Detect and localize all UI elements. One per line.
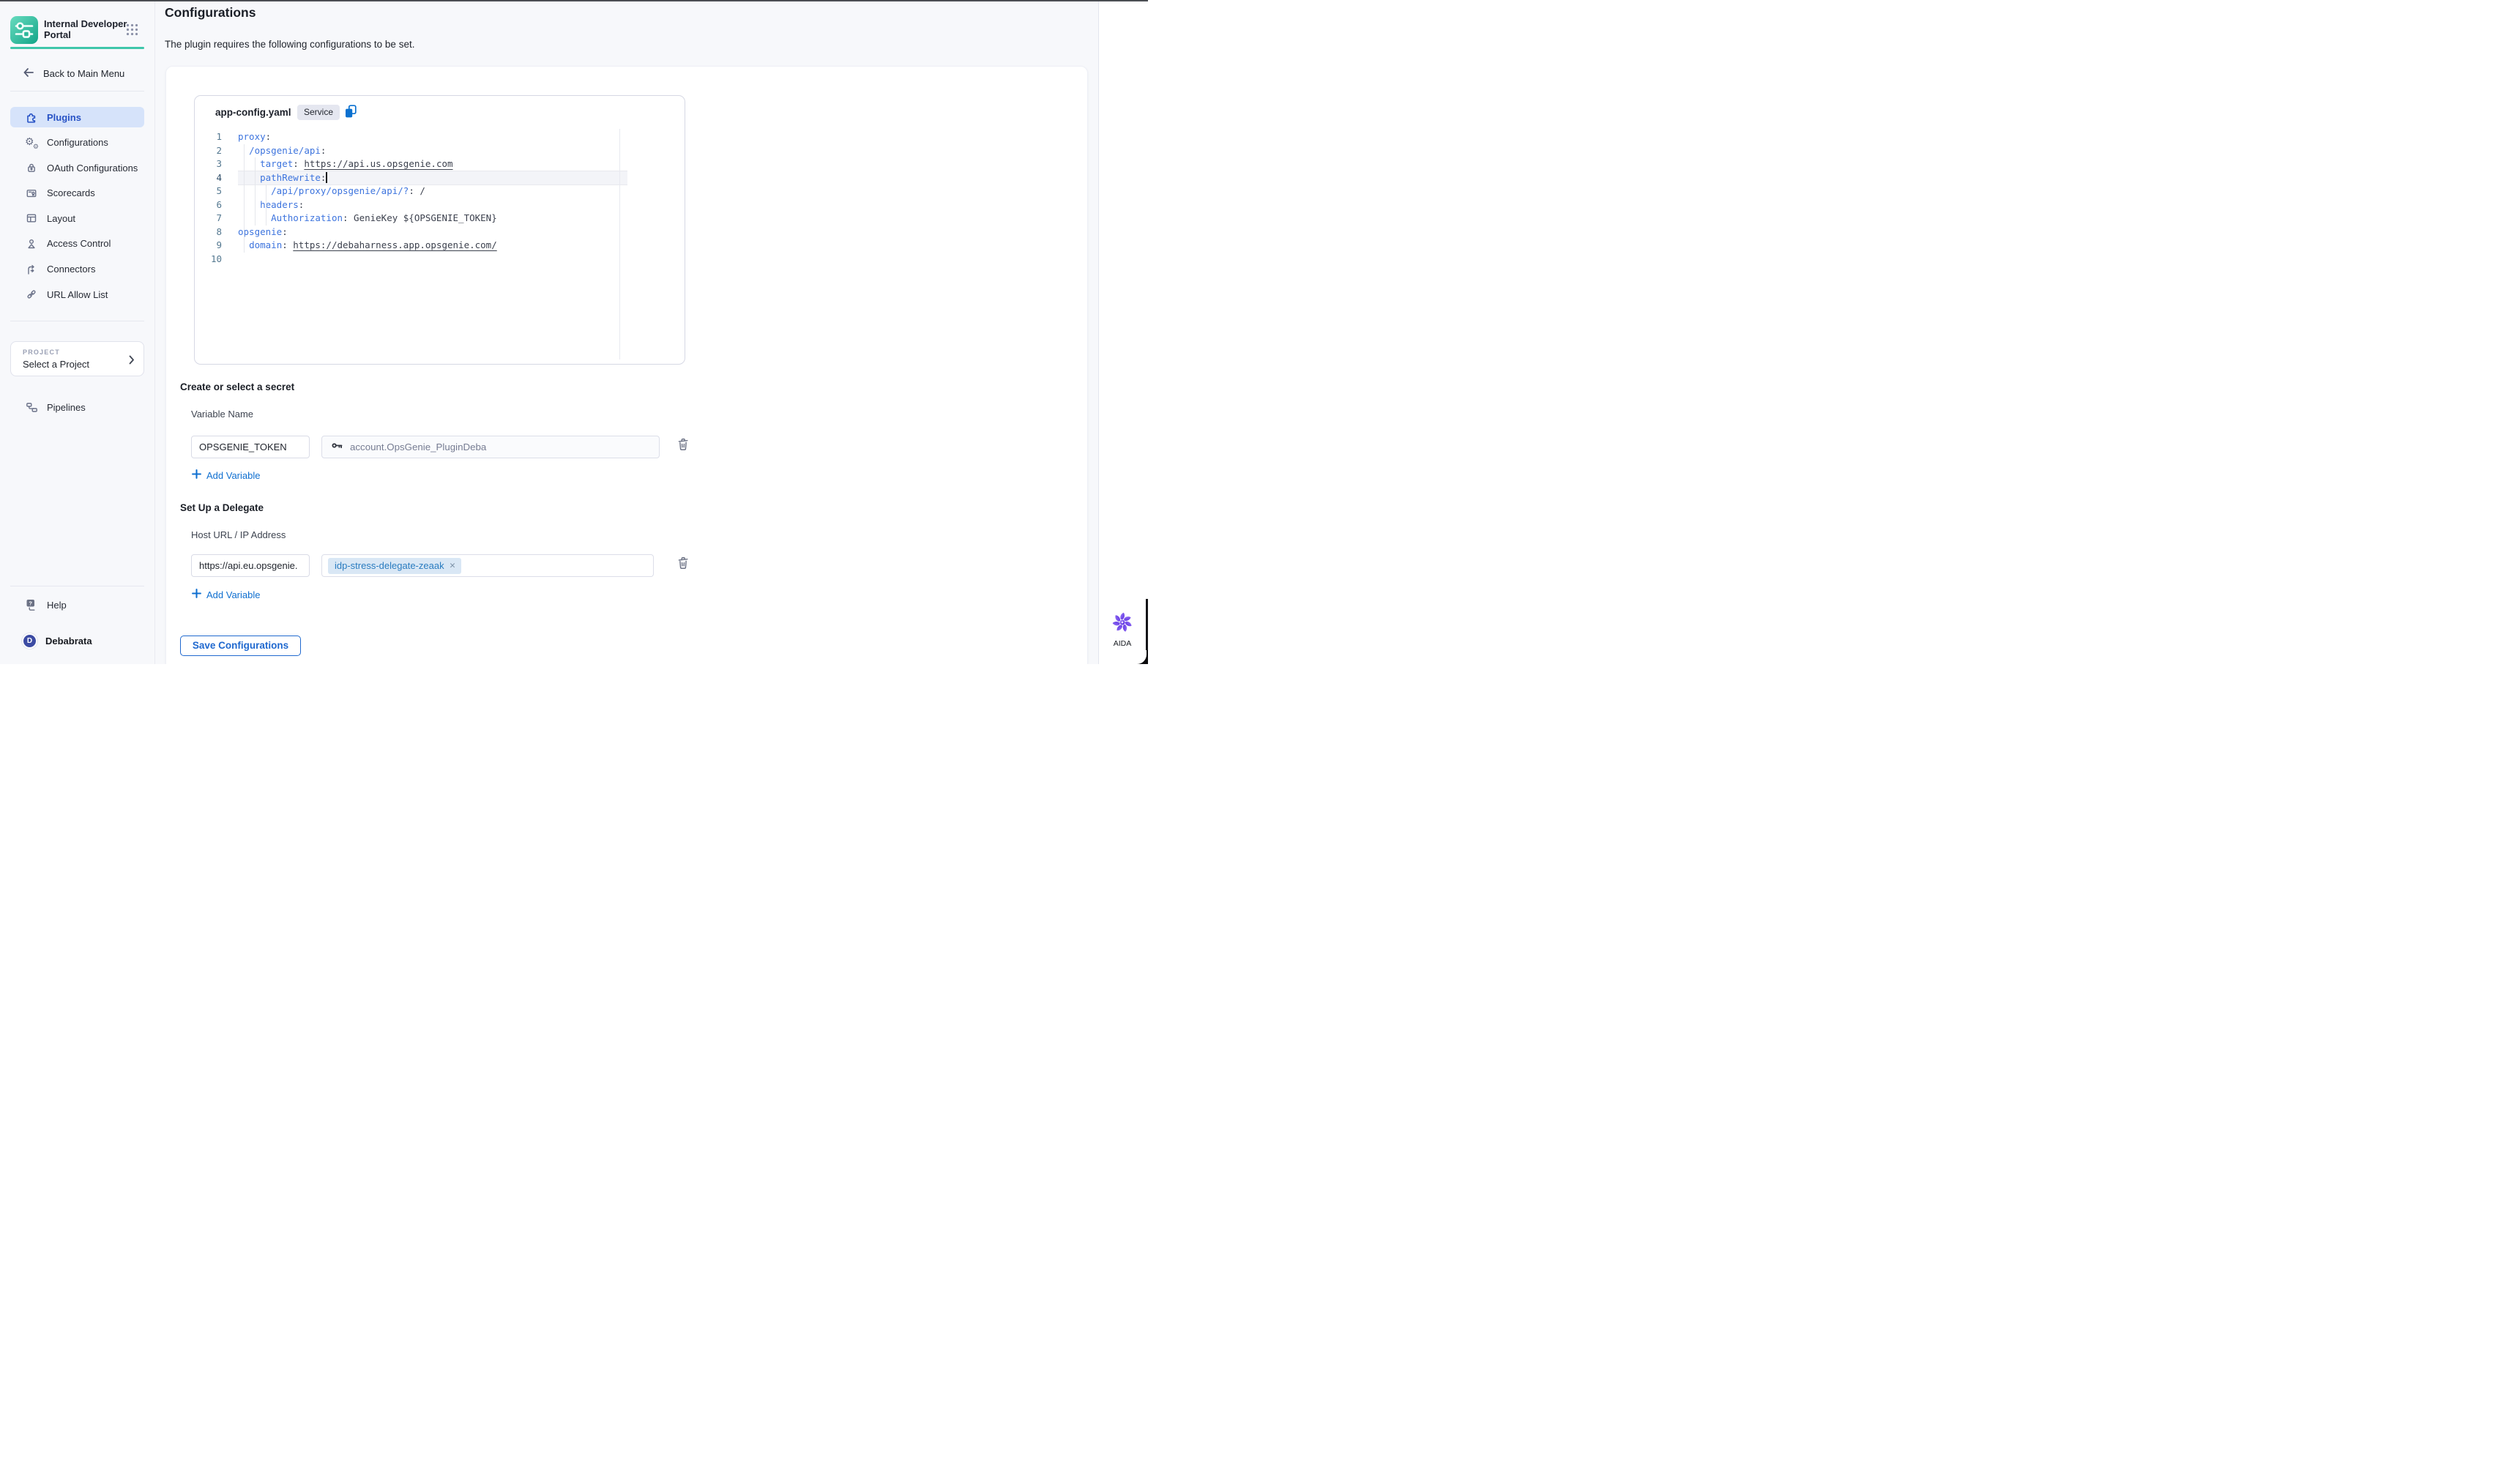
code-line[interactable] (238, 253, 627, 267)
secret-reference-field[interactable]: account.OpsGenie_PluginDeba (321, 436, 660, 458)
sidebar-item-label: Layout (47, 213, 75, 224)
code-line[interactable]: headers: (238, 198, 627, 212)
sidebar-item-access-control[interactable]: Access Control (10, 234, 144, 254)
arrow-left-icon (22, 66, 35, 81)
delegate-tag-chip: idp-stress-delegate-zeaak ✕ (328, 558, 461, 574)
indent-guide (255, 157, 256, 226)
sidebar-item-help[interactable]: ? Help (10, 595, 144, 615)
project-label: PROJECT (23, 349, 60, 356)
chain-link-icon (25, 288, 38, 301)
yaml-editor-card: app-config.yaml Service 12345678910 prox… (194, 95, 685, 365)
config-panel: app-config.yaml Service 12345678910 prox… (165, 66, 1088, 664)
code-line[interactable]: target: https://api.us.opsgenie.com (238, 157, 627, 171)
trash-icon[interactable] (676, 556, 690, 570)
project-selector[interactable]: PROJECT Select a Project (10, 341, 144, 376)
add-variable-label: Add Variable (206, 589, 260, 600)
code-line[interactable]: /opsgenie/api: (238, 144, 627, 158)
sidebar-item-url-allow-list[interactable]: URL Allow List (10, 284, 144, 305)
window-top-edge (0, 0, 1148, 1)
person-icon (25, 237, 38, 250)
lock-icon (25, 161, 38, 174)
chat-question-icon: ? (25, 598, 38, 611)
sidebar-item-scorecards[interactable]: Scorecards (10, 183, 144, 204)
code-line[interactable]: Authorization: GenieKey ${OPSGENIE_TOKEN… (238, 212, 627, 226)
delegate-tag-label: idp-stress-delegate-zeaak (335, 560, 444, 571)
editor-gutter: 12345678910 (195, 130, 222, 266)
app-root: Internal Developer Portal Back to Main M… (0, 0, 1148, 664)
copy-icon[interactable] (343, 104, 358, 123)
puzzle-icon (25, 111, 38, 124)
variable-name-label: Variable Name (191, 409, 253, 420)
sidebar-item-label: OAuth Configurations (47, 163, 138, 174)
code-line[interactable]: proxy: (238, 130, 627, 144)
delegate-section-heading: Set Up a Delegate (180, 502, 264, 513)
sidebar-item-label: URL Allow List (47, 289, 108, 300)
host-url-label: Host URL / IP Address (191, 529, 286, 540)
app-switcher-grid-icon[interactable] (125, 23, 139, 40)
save-configurations-button[interactable]: Save Configurations (180, 636, 301, 656)
back-to-main-menu-label: Back to Main Menu (43, 68, 124, 79)
key-icon (331, 439, 343, 455)
sidebar-item-label: Connectors (47, 264, 95, 275)
host-url-input[interactable]: https://api.eu.opsgenie. (191, 554, 310, 577)
plus-icon (192, 469, 201, 481)
variable-name-input[interactable]: OPSGENIE_TOKEN (191, 436, 310, 458)
brand-logo-icon (10, 16, 38, 44)
right-rail-divider (1098, 0, 1099, 664)
page-title: Configurations (165, 5, 256, 21)
gears-icon: ⚙⚙ (25, 136, 38, 149)
code-line[interactable]: pathRewrite: (238, 171, 627, 185)
sidebar-item-label: Access Control (47, 238, 111, 249)
add-variable-button[interactable]: Add Variable (192, 469, 260, 481)
aida-pinwheel-icon (1111, 611, 1133, 637)
brand-accent-rule (10, 47, 144, 49)
sidebar-item-pipelines[interactable]: Pipelines (10, 397, 144, 417)
project-value: Select a Project (23, 359, 89, 370)
layout-icon (25, 212, 38, 225)
secret-reference-value: account.OpsGenie_PluginDeba (350, 441, 486, 452)
sidebar-divider (10, 91, 144, 92)
scorecard-icon (25, 187, 38, 200)
sidebar-item-label: Pipelines (47, 402, 86, 413)
sidebar-item-label: Scorecards (47, 187, 95, 198)
sidebar-item-connectors[interactable]: Connectors (10, 259, 144, 280)
code-line[interactable]: domain: https://debaharness.app.opsgenie… (238, 239, 627, 253)
sidebar-item-configurations[interactable]: ⚙⚙ Configurations (10, 133, 144, 153)
page-description: The plugin requires the following config… (165, 39, 414, 50)
delegate-tag-field[interactable]: idp-stress-delegate-zeaak ✕ (321, 554, 654, 577)
right-rail (1099, 0, 1148, 664)
sidebar-item-plugins[interactable]: Plugins (10, 107, 144, 127)
sidebar-item-oauth-configurations[interactable]: OAuth Configurations (10, 157, 144, 178)
avatar: D (22, 633, 37, 649)
window-right-edge (1146, 599, 1148, 650)
service-badge: Service (297, 105, 340, 120)
code-line[interactable]: opsgenie: (238, 226, 627, 239)
user-name: Debabrata (45, 636, 92, 646)
editor-code[interactable]: proxy: /opsgenie/api: target: https://ap… (238, 130, 627, 266)
text-cursor (326, 172, 327, 183)
back-to-main-menu[interactable]: Back to Main Menu (10, 64, 144, 83)
editor-filename: app-config.yaml (215, 107, 291, 118)
sidebar-item-label: Help (47, 600, 67, 611)
user-menu[interactable]: D Debabrata (10, 630, 144, 651)
sidebar: Internal Developer Portal Back to Main M… (0, 0, 155, 664)
code-line[interactable]: /api/proxy/opsgenie/api/?: / (238, 185, 627, 198)
split-arrow-icon (25, 263, 38, 276)
editor-scroll-track[interactable] (619, 129, 620, 359)
sidebar-nav: Plugins ⚙⚙ Configurations OAuth Configur… (10, 107, 144, 310)
plus-icon (192, 589, 201, 600)
chip-close-icon[interactable]: ✕ (450, 562, 456, 570)
chevron-right-icon (129, 355, 135, 368)
sidebar-item-layout[interactable]: Layout (10, 208, 144, 228)
add-variable-button[interactable]: Add Variable (192, 589, 260, 600)
svg-text:?: ? (29, 600, 32, 606)
brand-title: Internal Developer Portal (44, 18, 129, 40)
indent-guide (244, 144, 245, 253)
secret-section-heading: Create or select a secret (180, 381, 294, 392)
pipeline-nodes-icon (25, 400, 38, 414)
trash-icon[interactable] (676, 437, 690, 452)
add-variable-label: Add Variable (206, 470, 260, 481)
sidebar-item-label: Configurations (47, 137, 108, 148)
sidebar-item-label: Plugins (47, 112, 81, 123)
